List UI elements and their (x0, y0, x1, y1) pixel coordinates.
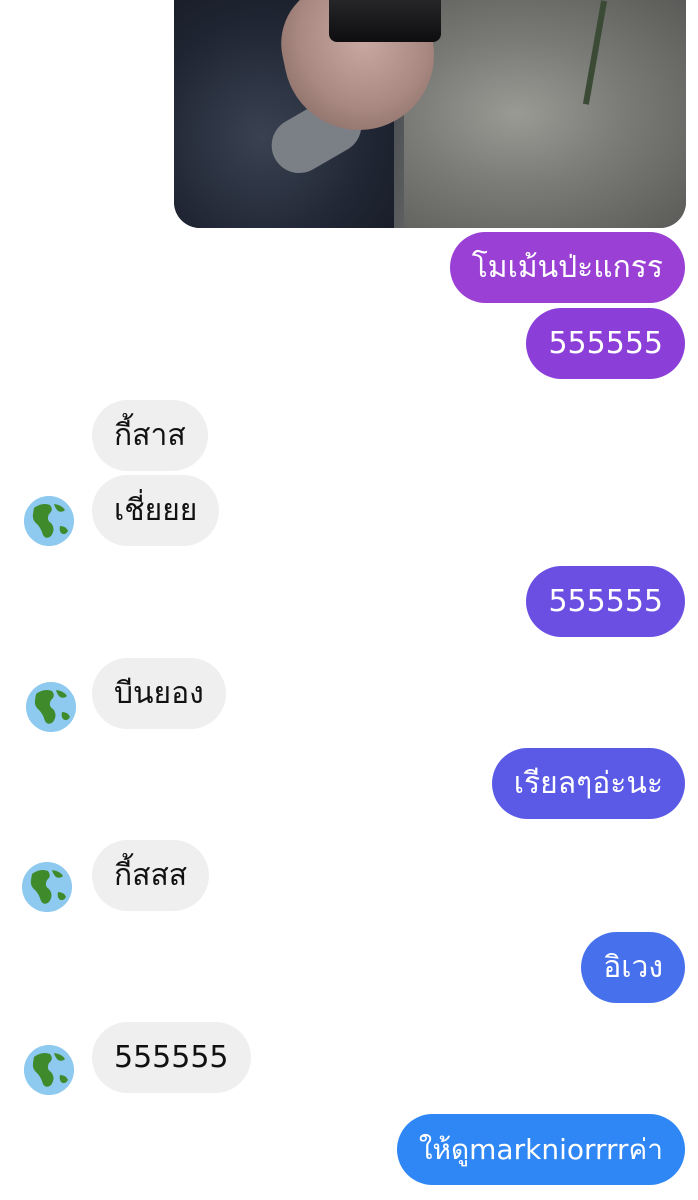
earth-globe-icon[interactable] (22, 862, 72, 912)
incoming-message-bubble[interactable]: กี้สสส (92, 840, 210, 911)
outgoing-message-bubble[interactable]: 555555 (526, 308, 685, 379)
outgoing-message-bubble[interactable]: เรียลๆอ่ะนะ (491, 748, 685, 819)
outgoing-message-bubble[interactable]: อิเวง (581, 932, 685, 1003)
photo-phone (329, 0, 441, 42)
outgoing-message-bubble[interactable]: ให้ดูmarkniorrrrค่า (396, 1114, 685, 1185)
incoming-message-bubble[interactable]: 555555 (92, 1022, 251, 1093)
earth-globe-icon[interactable] (24, 1045, 74, 1095)
earth-globe-icon[interactable] (24, 496, 74, 546)
earth-globe-icon[interactable] (26, 682, 76, 732)
outgoing-message-bubble[interactable]: 555555 (526, 566, 685, 637)
shared-photo[interactable] (174, 0, 686, 228)
incoming-message-bubble[interactable]: บีนยอง (92, 658, 226, 729)
incoming-message-bubble[interactable]: กี้สาส (92, 400, 208, 471)
photo-coat-region (404, 0, 686, 228)
outgoing-message-bubble[interactable]: โมเม้นป่ะแกรร (449, 232, 685, 303)
incoming-message-bubble[interactable]: เชี่ยยย (92, 475, 220, 546)
